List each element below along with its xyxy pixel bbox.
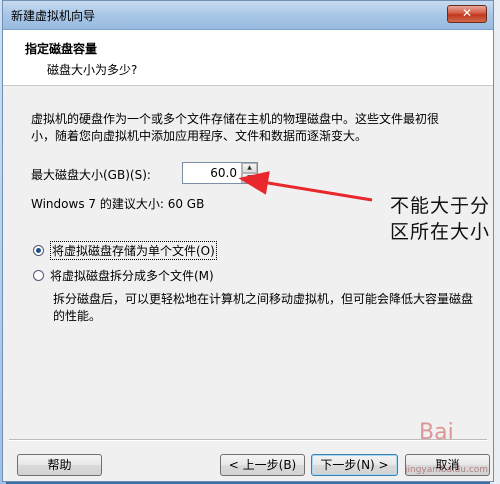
close-button[interactable]: ✕ (447, 5, 487, 23)
step-subtitle: 磁盘大小为多少? (47, 63, 138, 77)
option-split-files[interactable]: 将虚拟磁盘拆分成多个文件(M) (33, 267, 214, 284)
split-description: 拆分磁盘后，可以更轻松地在计算机之间移动虚拟机，但可能会降低大容量磁盘的性能。 (53, 292, 474, 323)
annotation-arrow-icon (238, 171, 373, 202)
step-title: 指定磁盘容量 (25, 42, 98, 56)
recommended-size-text: Windows 7 的建议大小: 60 GB (31, 197, 205, 211)
option-split-files-label[interactable]: 将虚拟磁盘拆分成多个文件(M) (50, 267, 214, 284)
max-disk-size-value[interactable]: 60.0 (210, 166, 237, 180)
radio-single-file[interactable] (33, 245, 44, 256)
window-title: 新建虚拟机向导 (11, 9, 96, 23)
max-disk-size-label: 最大磁盘大小(GB)(S): (31, 168, 151, 182)
disk-description: 虚拟机的硬盘作为一个或多个文件存储在主机的物理磁盘中。这些文件最初很小，随着您向… (31, 112, 440, 143)
wizard-header: 指定磁盘容量 磁盘大小为多少? (3, 30, 493, 86)
next-button[interactable]: 下一步(N) > (311, 454, 398, 476)
annotation-note: 不能大于分区所在大小 (390, 195, 491, 243)
watermark-url: jingyan.baidu.com (405, 465, 489, 475)
close-icon: ✕ (461, 6, 473, 20)
baidu-watermark: Bai jingyan.baidu.com (395, 420, 495, 482)
watermark-logo: Bai (419, 420, 454, 445)
radio-split-files[interactable] (33, 270, 44, 281)
option-single-file-label[interactable]: 将虚拟磁盘存储为单个文件(O) (50, 241, 217, 260)
max-disk-size-spinner[interactable]: 60.0 ▲ ▼ (182, 162, 258, 184)
title-bar[interactable]: 新建虚拟机向导 ✕ (3, 1, 493, 30)
help-button[interactable]: 帮助 (17, 454, 102, 476)
back-button[interactable]: < 上一步(B) (220, 454, 305, 476)
option-single-file[interactable]: 将虚拟磁盘存储为单个文件(O) (33, 241, 217, 260)
